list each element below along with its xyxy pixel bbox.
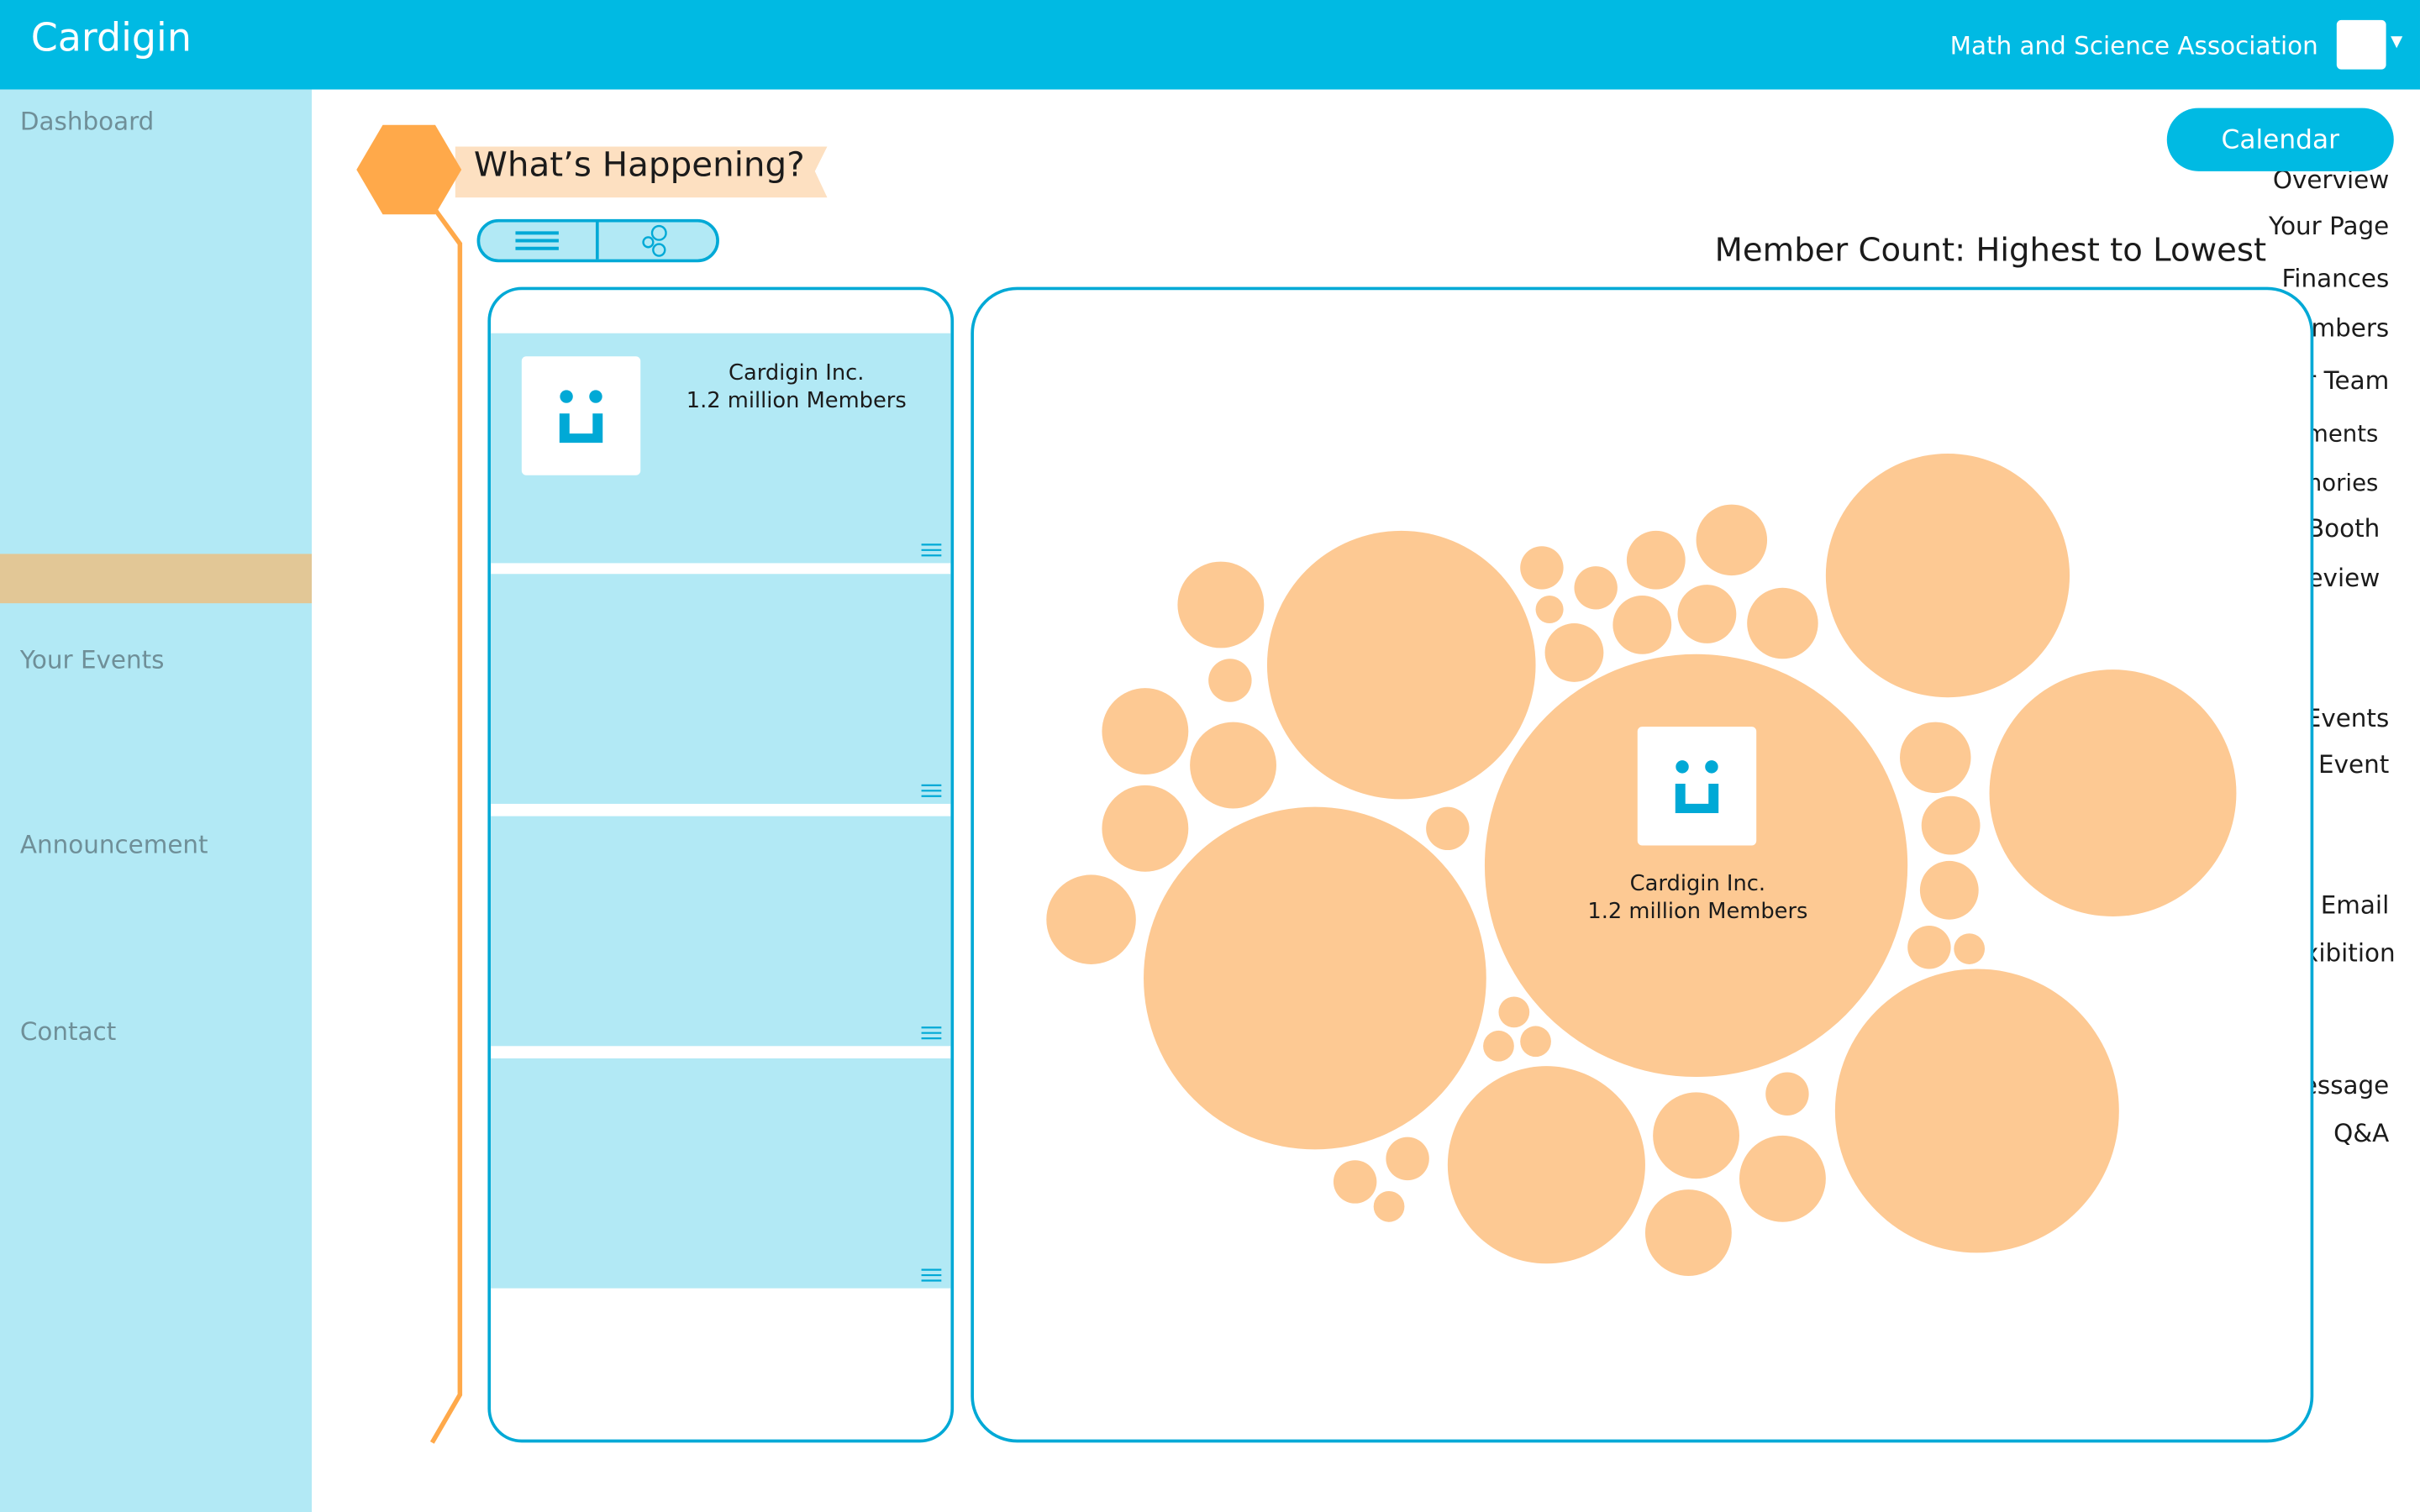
club-bubble[interactable]	[1386, 1137, 1429, 1181]
club-bubble[interactable]	[1644, 1189, 1732, 1276]
club-bubble[interactable]	[1520, 546, 1564, 590]
club-bubble[interactable]	[1373, 1190, 1405, 1222]
club-bubble[interactable]	[1919, 860, 1979, 920]
cardigin-logo-icon	[1675, 760, 1719, 813]
bubble-chart	[1046, 453, 2237, 1276]
club-bubble[interactable]	[1190, 722, 1276, 809]
club-bubble[interactable]	[1834, 969, 2119, 1253]
featured-club-text: Cardigin Inc. 1.2 million Members	[1559, 870, 1837, 926]
club-bubble[interactable]	[1426, 806, 1470, 851]
club-bubble[interactable]	[1739, 1135, 1826, 1222]
club-bubble[interactable]	[1574, 566, 1618, 610]
club-bubble[interactable]	[1907, 926, 1951, 969]
club-bubble[interactable]	[1612, 595, 1672, 654]
club-bubble[interactable]	[1696, 504, 1768, 576]
club-bubble[interactable]	[1544, 623, 1604, 682]
club-bubble[interactable]	[1333, 1160, 1377, 1204]
club-bubble[interactable]	[1677, 585, 1737, 643]
club-bubble[interactable]	[1484, 654, 1908, 1078]
club-bubble[interactable]	[1626, 530, 1686, 590]
club-bubble[interactable]	[1989, 669, 2237, 917]
club-bubble[interactable]	[1102, 785, 1189, 872]
club-bubble[interactable]	[1954, 933, 1986, 964]
club-bubble[interactable]	[1483, 1030, 1514, 1062]
club-bubble[interactable]	[1520, 1026, 1551, 1058]
club-bubble[interactable]	[1765, 1072, 1809, 1116]
club-bubble[interactable]	[1535, 595, 1564, 624]
featured-club-name: Cardigin Inc.	[1629, 871, 1766, 897]
club-bubble[interactable]	[1046, 874, 1136, 964]
club-bubble[interactable]	[1102, 688, 1189, 775]
club-bubble[interactable]	[1747, 587, 1818, 659]
featured-club-logo[interactable]	[1637, 727, 1757, 846]
club-bubble[interactable]	[1921, 795, 1981, 855]
club-bubble[interactable]	[1208, 659, 1252, 702]
club-bubble[interactable]	[1498, 996, 1530, 1028]
club-bubble[interactable]	[1900, 722, 1971, 794]
club-bubble[interactable]	[1144, 806, 1486, 1150]
club-bubble[interactable]	[1653, 1092, 1739, 1179]
featured-club-members: 1.2 million Members	[1587, 899, 1808, 925]
club-bubble[interactable]	[1825, 453, 2070, 698]
club-bubble[interactable]	[1447, 1066, 1645, 1264]
club-bubble[interactable]	[1177, 561, 1265, 648]
club-bubble[interactable]	[1266, 530, 1536, 800]
